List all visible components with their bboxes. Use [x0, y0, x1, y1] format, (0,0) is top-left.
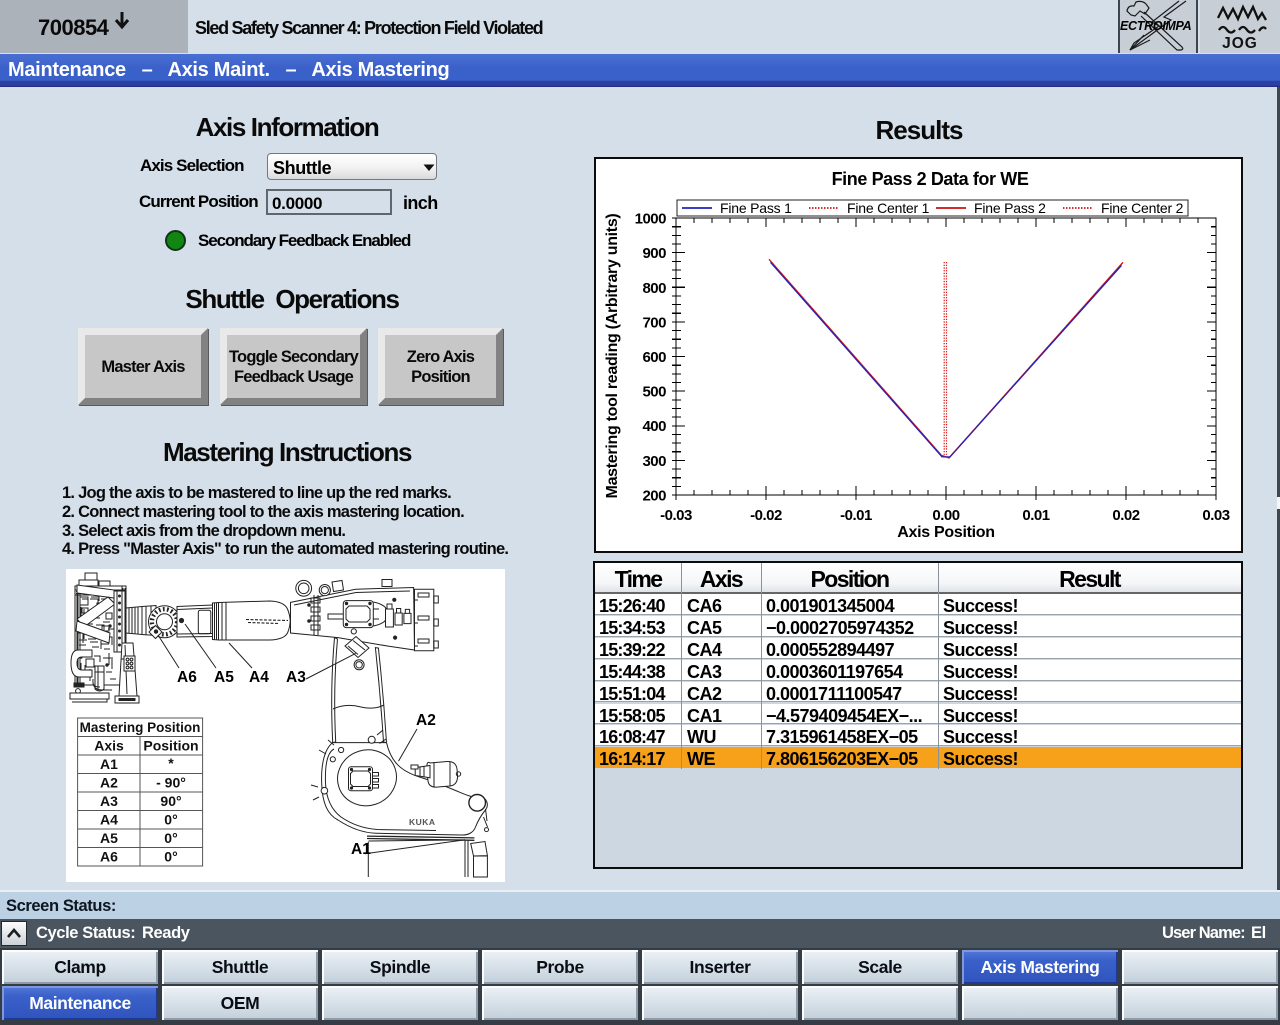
svg-text:0.03: 0.03	[1202, 507, 1229, 524]
svg-text:90°: 90°	[160, 793, 181, 809]
svg-text:Mastering tool reading (Arbitr: Mastering tool reading (Arbitrary units)	[604, 214, 621, 499]
svg-text:*: *	[168, 755, 174, 771]
svg-text:A4: A4	[100, 812, 118, 828]
svg-text:Fine Pass 2 Data for WE: Fine Pass 2 Data for WE	[832, 169, 1029, 189]
svg-text:400: 400	[642, 418, 666, 435]
svg-text:Axis Position: Axis Position	[897, 524, 994, 541]
svg-text:0.00: 0.00	[932, 507, 959, 524]
svg-text:Axis: Axis	[94, 738, 124, 754]
svg-text:- 90°: - 90°	[156, 775, 186, 791]
svg-text:-0.03: -0.03	[660, 507, 692, 524]
svg-text:200: 200	[642, 488, 666, 505]
svg-text:0°: 0°	[164, 830, 177, 846]
svg-text:800: 800	[642, 280, 666, 297]
svg-text:500: 500	[642, 384, 666, 401]
svg-text:300: 300	[642, 453, 666, 470]
svg-text:Fine Center 2: Fine Center 2	[1101, 200, 1184, 216]
svg-text:A2: A2	[416, 712, 436, 729]
svg-text:0.02: 0.02	[1112, 507, 1139, 524]
svg-text:A3: A3	[100, 793, 118, 809]
svg-text:ECTROIMPA: ECTROIMPA	[1120, 19, 1192, 33]
svg-text:-0.02: -0.02	[750, 507, 782, 524]
svg-text:0°: 0°	[164, 849, 177, 865]
svg-text:A6: A6	[100, 849, 118, 865]
svg-text:1000: 1000	[635, 211, 667, 228]
svg-text:700: 700	[642, 314, 666, 331]
svg-text:600: 600	[642, 349, 666, 366]
svg-text:0°: 0°	[164, 812, 177, 828]
svg-text:A5: A5	[214, 669, 234, 686]
svg-text:-0.01: -0.01	[840, 507, 872, 524]
svg-text:A1: A1	[100, 756, 118, 772]
svg-text:KUKA: KUKA	[409, 817, 436, 827]
svg-text:A1: A1	[351, 841, 371, 858]
svg-text:Fine Pass 2: Fine Pass 2	[974, 200, 1046, 216]
svg-text:A6: A6	[177, 669, 197, 686]
svg-text:A2: A2	[100, 775, 118, 791]
svg-text:Position: Position	[143, 738, 198, 754]
svg-text:A4: A4	[249, 669, 269, 686]
svg-text:900: 900	[642, 245, 666, 262]
svg-text:0.01: 0.01	[1022, 507, 1049, 524]
svg-text:Fine Pass 1: Fine Pass 1	[720, 200, 792, 216]
svg-text:A3: A3	[286, 669, 306, 686]
svg-text:A5: A5	[100, 830, 118, 846]
svg-text:Fine Center 1: Fine Center 1	[847, 200, 930, 216]
svg-text:Mastering Position: Mastering Position	[80, 720, 201, 735]
